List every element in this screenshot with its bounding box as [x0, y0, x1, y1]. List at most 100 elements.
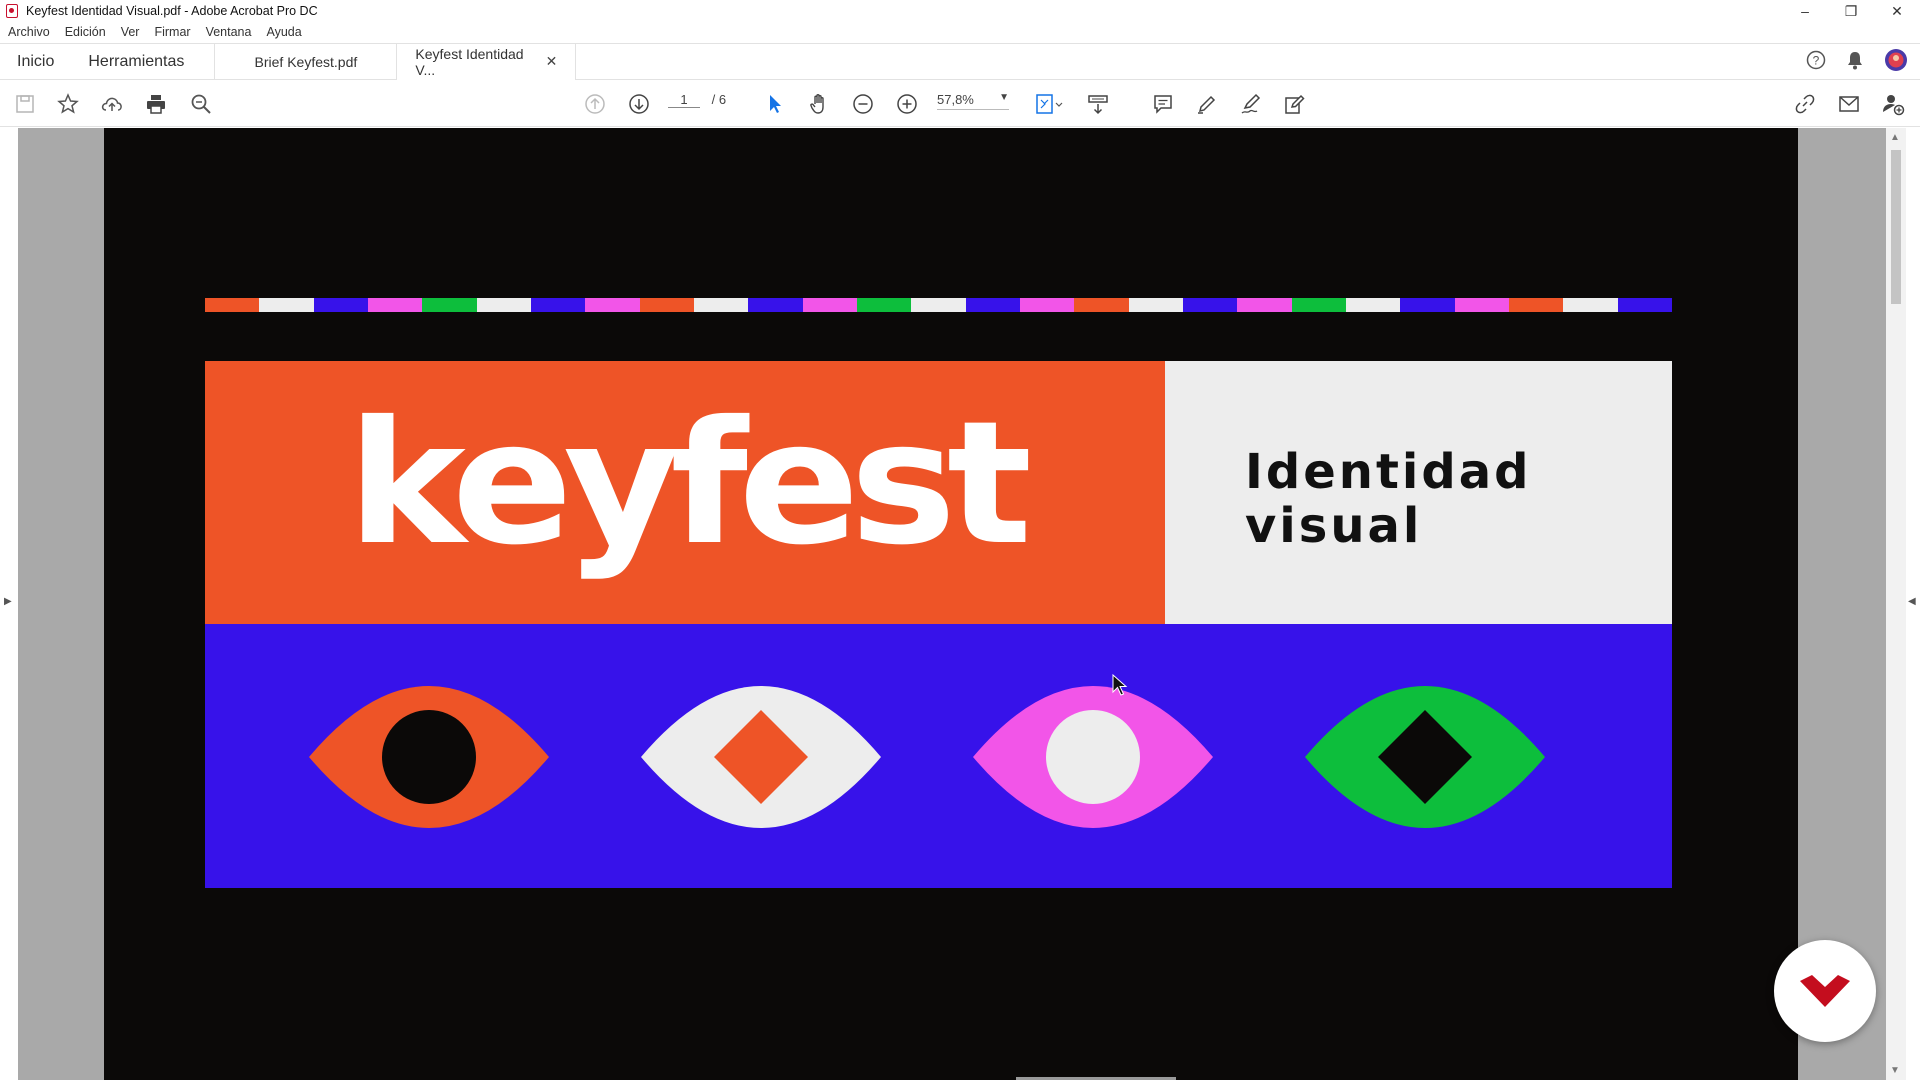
- eyes-block: [205, 624, 1672, 888]
- menu-bar: Archivo Edición Ver Firmar Ventana Ayuda: [0, 22, 1920, 42]
- stripe-segment: [476, 298, 531, 312]
- stripe-segment: [1237, 298, 1292, 312]
- subtitle-text: Identidad visual: [1245, 445, 1531, 553]
- highlight-pen-icon[interactable]: [1193, 90, 1221, 118]
- star-icon[interactable]: [54, 90, 82, 118]
- acrobat-app-icon: [6, 4, 18, 18]
- tab-document-identidad[interactable]: Keyfest Identidad V... ✕: [396, 43, 577, 80]
- previous-page-icon[interactable]: [581, 90, 609, 118]
- add-user-icon[interactable]: [1879, 90, 1907, 118]
- scroll-up-icon[interactable]: ▲: [1890, 132, 1900, 143]
- right-panel-toggle-icon[interactable]: ◀: [1908, 596, 1916, 607]
- zoom-in-icon[interactable]: [893, 90, 921, 118]
- vertical-scrollbar[interactable]: ▲ ▼: [1886, 128, 1906, 1080]
- window-title: Keyfest Identidad Visual.pdf - Adobe Acr…: [26, 4, 318, 18]
- document-workspace: ▶ keyfest Identidad visual ▲ ▼ ◀: [0, 128, 1920, 1080]
- subtitle-line-2: visual: [1245, 498, 1423, 554]
- window-controls: – ❐ ✕: [1782, 0, 1920, 22]
- stripe-segment: [259, 298, 314, 312]
- stripe-segment: [1345, 298, 1401, 312]
- chevron-down-icon: ▼: [999, 92, 1009, 103]
- left-panel-toggle-icon[interactable]: ▶: [4, 596, 12, 607]
- stripe-segment: [1454, 298, 1509, 312]
- menu-ver[interactable]: Ver: [121, 25, 140, 39]
- menu-ayuda[interactable]: Ayuda: [266, 25, 301, 39]
- sign-icon[interactable]: [1237, 90, 1265, 118]
- zoom-select[interactable]: 57,8% ▼: [937, 92, 1009, 110]
- stripe-segment: [911, 298, 966, 312]
- minimize-icon[interactable]: –: [1782, 0, 1828, 22]
- stripe-segment: [205, 298, 260, 312]
- tab-tools[interactable]: Herramientas: [71, 44, 214, 80]
- eye-pink: [973, 686, 1213, 828]
- edit-pdf-icon[interactable]: [1281, 90, 1309, 118]
- menu-archivo[interactable]: Archivo: [8, 25, 50, 39]
- stripe-segment: [1074, 298, 1129, 312]
- stripe-segment: [367, 298, 423, 312]
- svg-text:?: ?: [1813, 53, 1820, 67]
- subtitle-line-1: Identidad: [1245, 444, 1532, 500]
- pdf-page: keyfest Identidad visual: [104, 128, 1798, 1080]
- select-cursor-icon[interactable]: [761, 90, 789, 118]
- next-page-icon[interactable]: [625, 90, 653, 118]
- stripe-segment: [748, 298, 803, 312]
- menu-ventana[interactable]: Ventana: [206, 25, 252, 39]
- restore-icon[interactable]: ❐: [1828, 0, 1874, 22]
- tab-label: Keyfest Identidad V...: [415, 45, 524, 78]
- menu-firmar[interactable]: Firmar: [154, 25, 190, 39]
- stripe-segment: [1508, 298, 1564, 312]
- stripe-segment: [1400, 298, 1455, 312]
- scrollbar-thumb[interactable]: [1891, 150, 1901, 304]
- tab-home[interactable]: Inicio: [0, 44, 71, 80]
- scroll-down-icon[interactable]: ▼: [1890, 1065, 1900, 1076]
- stripe-segment: [530, 298, 586, 312]
- help-icon[interactable]: ?: [1806, 50, 1826, 75]
- page-number-input[interactable]: 1: [668, 92, 700, 108]
- subtitle-block: Identidad visual: [1165, 361, 1672, 624]
- stripe-segment: [313, 298, 368, 312]
- stripe-segment: [856, 298, 912, 312]
- stripe-segment: [1617, 298, 1672, 312]
- title-bar: Keyfest Identidad Visual.pdf - Adobe Acr…: [0, 0, 1920, 22]
- stripe-segment: [965, 298, 1020, 312]
- stripe-segment: [1019, 298, 1075, 312]
- scroll-mode-icon[interactable]: [1084, 90, 1112, 118]
- upload-cloud-icon[interactable]: [98, 90, 126, 118]
- stripe-segment: [1182, 298, 1238, 312]
- tab-document-brief[interactable]: Brief Keyfest.pdf: [214, 43, 396, 80]
- hand-tool-icon[interactable]: [805, 90, 833, 118]
- stripe-segment: [422, 298, 477, 312]
- page-total: / 6: [711, 92, 727, 107]
- mouse-cursor-icon: [1112, 673, 1130, 703]
- keyfest-logo-text: keyfest: [347, 385, 1032, 583]
- stripe-segment: [585, 298, 640, 312]
- color-stripe: [205, 298, 1672, 312]
- stripe-segment: [693, 298, 749, 312]
- brand-logo-icon: [1800, 975, 1850, 1007]
- avatar[interactable]: [1884, 48, 1908, 77]
- stripe-segment: [802, 298, 857, 312]
- notifications-icon[interactable]: [1846, 50, 1864, 75]
- stripe-segment: [639, 298, 694, 312]
- page-indicator: 1 / 6: [668, 92, 726, 108]
- account-area: ?: [1806, 44, 1908, 80]
- tab-bar: Inicio Herramientas Brief Keyfest.pdf Ke…: [0, 43, 1920, 80]
- search-zoom-icon[interactable]: [187, 90, 215, 118]
- email-icon[interactable]: [1835, 90, 1863, 118]
- floating-brand-button[interactable]: [1774, 940, 1876, 1042]
- stripe-segment: [1128, 298, 1183, 312]
- zoom-out-icon[interactable]: [849, 90, 877, 118]
- menu-edicion[interactable]: Edición: [65, 25, 106, 39]
- comment-icon[interactable]: [1149, 90, 1177, 118]
- save-icon[interactable]: [11, 90, 39, 118]
- close-window-icon[interactable]: ✕: [1874, 0, 1920, 22]
- close-tab-icon[interactable]: ✕: [546, 53, 558, 70]
- stripe-segment: [1291, 298, 1346, 312]
- print-icon[interactable]: [142, 90, 170, 118]
- page-fit-icon[interactable]: [1031, 90, 1067, 118]
- eye-green: [1305, 686, 1545, 828]
- stripe-segment: [1563, 298, 1618, 312]
- share-link-icon[interactable]: [1791, 90, 1819, 118]
- eye-orange: [309, 686, 549, 828]
- logo-block: keyfest: [205, 361, 1165, 624]
